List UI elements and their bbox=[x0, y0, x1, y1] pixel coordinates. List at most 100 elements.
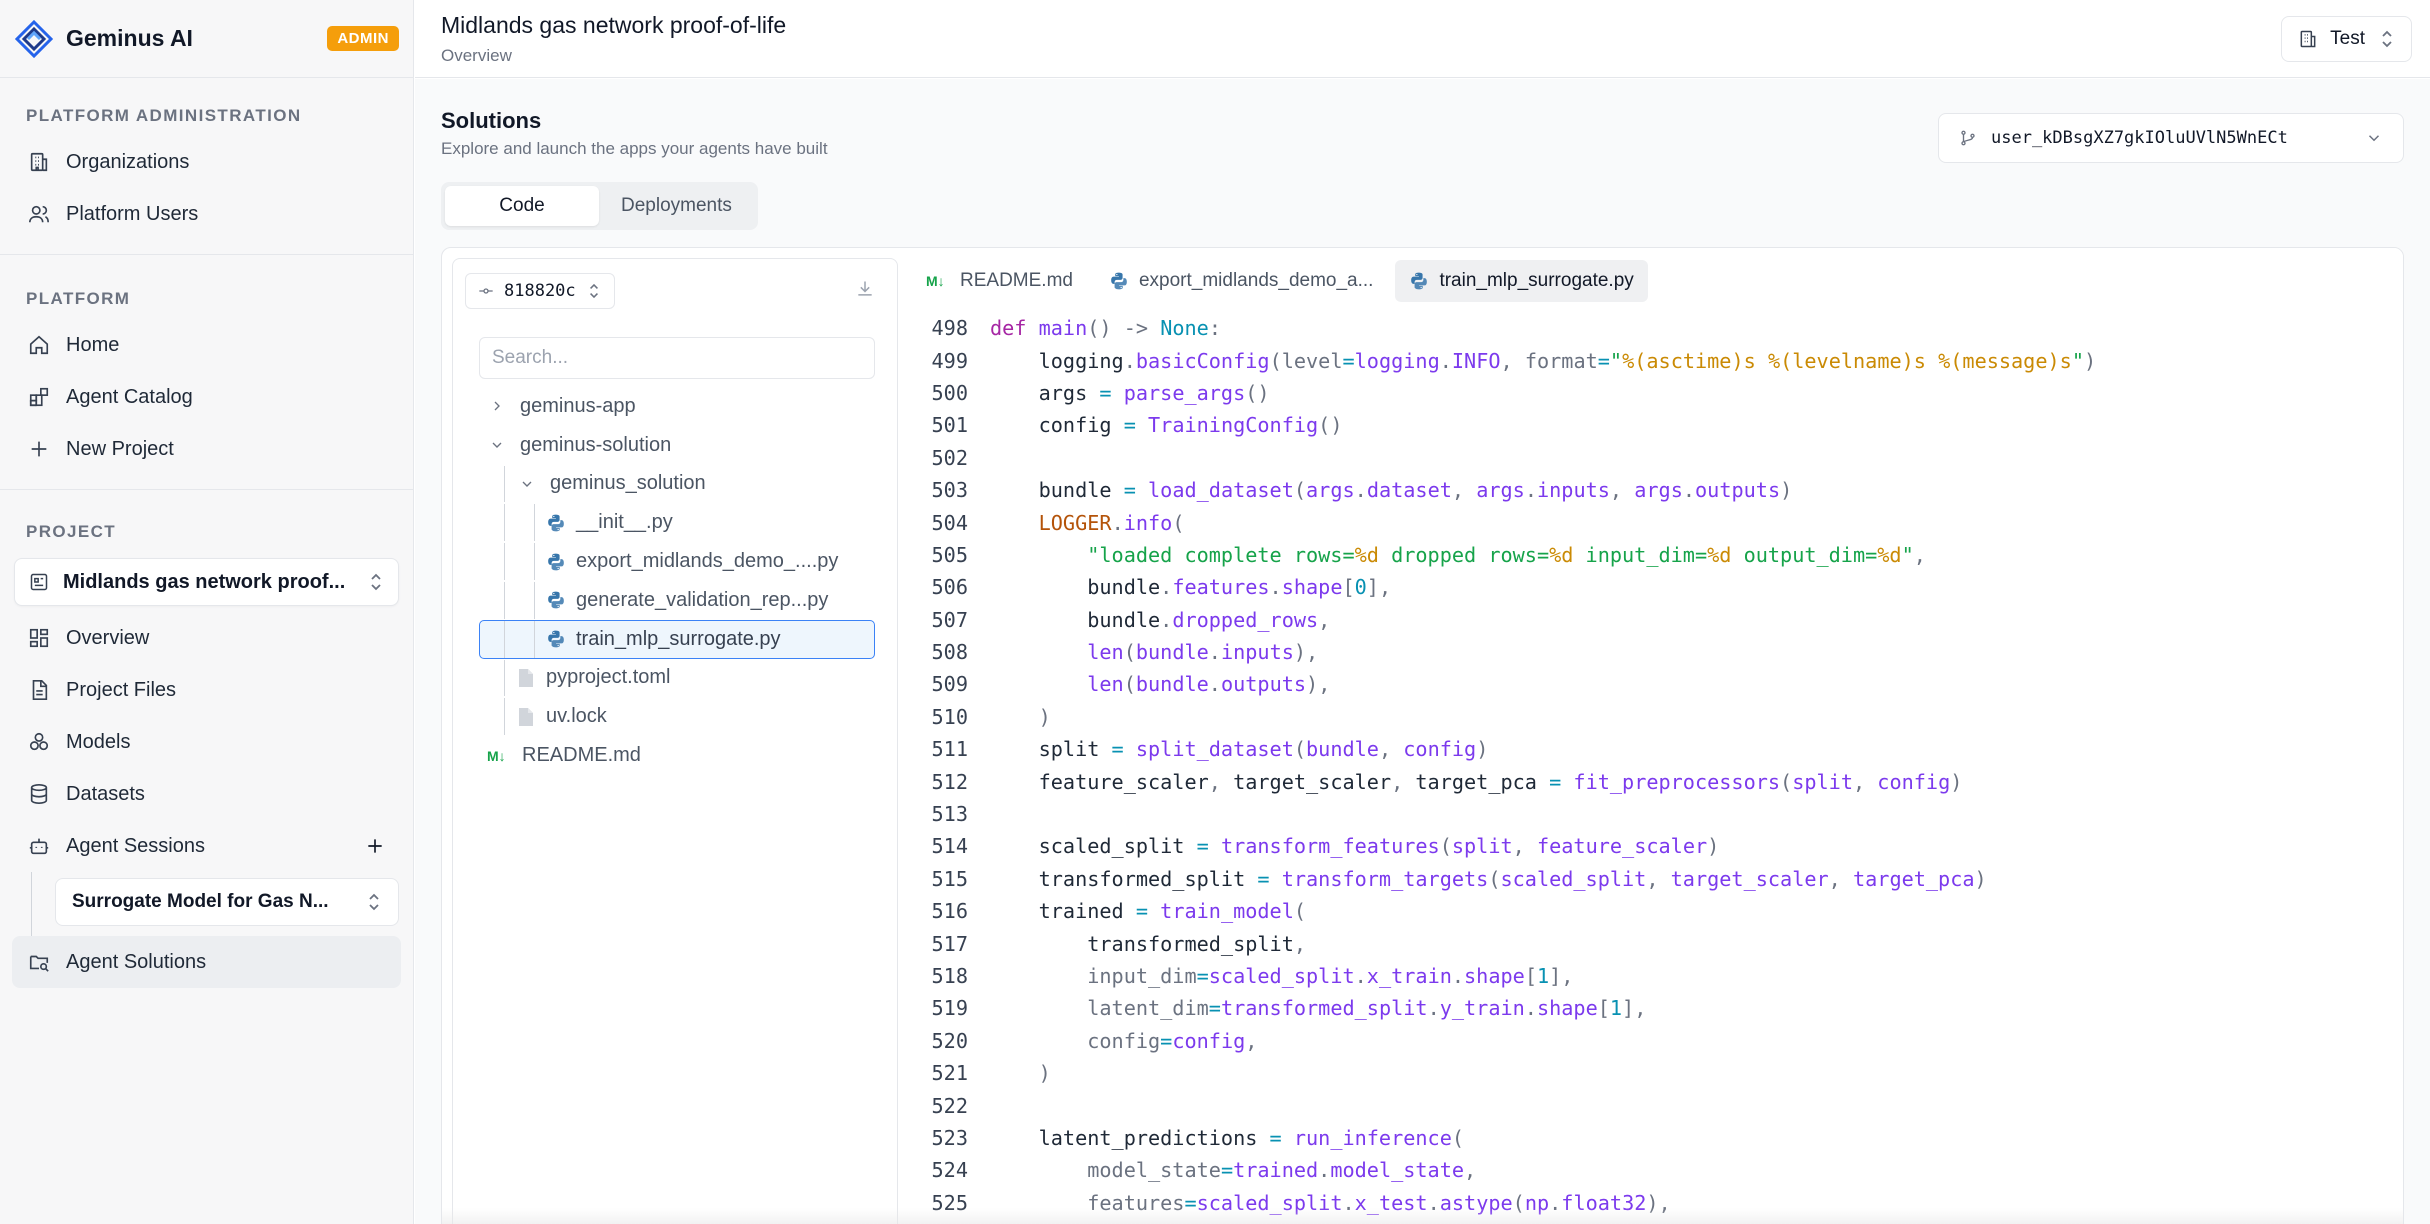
sidebar-item-agent-catalog[interactable]: Agent Catalog bbox=[12, 371, 401, 423]
tree-item[interactable]: uv.lock bbox=[479, 697, 875, 736]
tree-item[interactable]: pyproject.toml bbox=[479, 659, 875, 698]
line-number: 507 bbox=[931, 607, 968, 632]
sidebar-item-agent-solutions[interactable]: Agent Solutions bbox=[12, 936, 401, 988]
tree-item[interactable]: __init__.py bbox=[479, 503, 875, 542]
line-number: 517 bbox=[931, 931, 968, 956]
chevron-up-down-icon bbox=[586, 280, 602, 302]
blocks-icon bbox=[26, 384, 52, 410]
line-number: 510 bbox=[931, 704, 968, 729]
database-icon bbox=[26, 781, 52, 807]
branch-selector[interactable]: user_kDBsgXZ7gkIOluUVlN5WnECt bbox=[1938, 113, 2404, 163]
svg-text:M↓: M↓ bbox=[487, 748, 506, 764]
sidebar-item-project-files[interactable]: Project Files bbox=[12, 664, 401, 716]
geminus-logo-icon[interactable] bbox=[14, 19, 54, 59]
line-number: 512 bbox=[931, 769, 968, 794]
project-selector[interactable]: Midlands gas network proof... bbox=[14, 558, 399, 606]
line-source: bundle = load_dataset(args.dataset, args… bbox=[990, 478, 1793, 503]
indent-guide bbox=[504, 620, 505, 658]
tree-item-label: generate_validation_rep...py bbox=[576, 588, 829, 611]
project-icon bbox=[29, 571, 51, 593]
git-commit-icon bbox=[478, 283, 494, 299]
line-source: ) bbox=[1038, 704, 1051, 729]
file-tree-panel: 818820c geminus-app geminus-solutiongemin… bbox=[452, 258, 898, 1224]
line-number: 515 bbox=[931, 866, 968, 891]
branch-label: user_kDBsgXZ7gkIOluUVlN5WnECt bbox=[1991, 128, 2288, 148]
sidebar-item-models[interactable]: Models bbox=[12, 716, 401, 768]
breadcrumb[interactable]: Overview bbox=[441, 46, 512, 66]
top-header: Midlands gas network proof-of-life Overv… bbox=[415, 0, 2430, 78]
tab-deployments[interactable]: Deployments bbox=[599, 186, 754, 226]
code-line: 504 LOGGER.info( bbox=[898, 506, 2403, 538]
tree-item[interactable]: geminus_solution bbox=[479, 465, 875, 504]
line-source: ) bbox=[1038, 1061, 1051, 1086]
editor-tab[interactable]: M↓ README.md bbox=[912, 260, 1087, 302]
line-number: 506 bbox=[931, 575, 968, 600]
tree-item[interactable]: M↓ README.md bbox=[479, 736, 875, 775]
sidebar-item-new-project[interactable]: New Project bbox=[12, 423, 401, 475]
line-number: 500 bbox=[931, 380, 968, 405]
code-line: 508 len(bundle.inputs), bbox=[898, 636, 2403, 668]
code-line: 499 logging.basicConfig(level=logging.IN… bbox=[898, 344, 2403, 376]
line-source: input_dim=scaled_split.x_train.shape[1], bbox=[1087, 964, 1574, 988]
sidebar-item-label: Models bbox=[66, 730, 131, 753]
session-selector-label: Surrogate Model for Gas N... bbox=[72, 891, 329, 912]
chevron-up-down-icon bbox=[366, 891, 382, 913]
tree-item[interactable]: train_mlp_surrogate.py bbox=[479, 619, 875, 659]
line-source: args = parse_args() bbox=[990, 380, 1270, 405]
brand-bar: Geminus AI ADMIN bbox=[0, 0, 413, 78]
line-number: 523 bbox=[931, 1125, 968, 1150]
environment-selector[interactable]: Test bbox=[2281, 16, 2412, 62]
code-line: 515 transformed_split = transform_target… bbox=[898, 863, 2403, 895]
add-session-button[interactable] bbox=[363, 834, 387, 858]
tree-item-label: geminus-app bbox=[520, 394, 636, 417]
commit-selector[interactable]: 818820c bbox=[465, 273, 615, 309]
admin-badge: ADMIN bbox=[327, 26, 399, 51]
code-view[interactable]: 498 def main() -> None: 499 logging.basicC… bbox=[898, 312, 2403, 1219]
brand-name: Geminus AI bbox=[66, 25, 193, 51]
file-search-input[interactable] bbox=[479, 337, 875, 379]
main-content: Solutions Explore and launch the apps yo… bbox=[415, 79, 2430, 1224]
sidebar-item-datasets[interactable]: Datasets bbox=[12, 768, 401, 820]
tree-item[interactable]: geminus-app bbox=[479, 387, 875, 426]
line-source: "loaded complete rows=%d dropped rows=%d… bbox=[1087, 542, 1926, 567]
sidebar-item-label: Datasets bbox=[66, 782, 145, 805]
tree-item[interactable]: geminus-solution bbox=[479, 426, 875, 465]
sidebar-item-overview[interactable]: Overview bbox=[12, 612, 401, 664]
editor-tabs: M↓ README.md export_midlands_demo_a... trai… bbox=[912, 260, 1656, 302]
sidebar-item-organizations[interactable]: Organizations bbox=[12, 136, 401, 188]
indent-guide bbox=[504, 504, 505, 542]
code-line: 511 split = split_dataset(bundle, config… bbox=[898, 733, 2403, 765]
svg-text:M↓: M↓ bbox=[926, 273, 945, 289]
line-source: bundle.dropped_rows, bbox=[990, 607, 1331, 632]
git-branch-icon bbox=[1959, 129, 1979, 147]
line-source: latent_dim=transformed_split.y_train.sha… bbox=[1087, 996, 1647, 1021]
line-source: LOGGER.info( bbox=[1038, 510, 1185, 535]
tree-item[interactable]: export_midlands_demo_....py bbox=[479, 542, 875, 581]
markdown-file-icon: M↓ bbox=[926, 272, 950, 290]
page-title: Midlands gas network proof-of-life bbox=[441, 12, 787, 38]
code-line: 513 bbox=[898, 798, 2403, 830]
indent-guide bbox=[534, 581, 535, 619]
python-file-icon bbox=[546, 513, 566, 533]
sidebar-item-platform-users[interactable]: Platform Users bbox=[12, 188, 401, 240]
home-icon bbox=[26, 332, 52, 358]
download-icon[interactable] bbox=[855, 279, 875, 299]
editor-tab[interactable]: train_mlp_surrogate.py bbox=[1395, 260, 1648, 302]
line-number: 509 bbox=[931, 672, 968, 697]
chevron-right-icon bbox=[486, 398, 508, 414]
python-file-icon bbox=[1109, 271, 1129, 291]
session-selector[interactable]: Surrogate Model for Gas N... bbox=[55, 878, 399, 926]
file-tree: geminus-app geminus-solution geminus_solut… bbox=[479, 387, 875, 775]
line-number: 520 bbox=[931, 1028, 968, 1053]
sidebar-item-agent-sessions[interactable]: Agent Sessions bbox=[12, 820, 401, 872]
line-number: 502 bbox=[931, 445, 968, 470]
markdown-file-icon: M↓ bbox=[486, 746, 512, 766]
sidebar-item-home[interactable]: Home bbox=[12, 319, 401, 371]
tree-item[interactable]: generate_validation_rep...py bbox=[479, 581, 875, 620]
section-title: Solutions bbox=[441, 108, 542, 133]
tab-code[interactable]: Code bbox=[445, 186, 599, 226]
editor-tab[interactable]: export_midlands_demo_a... bbox=[1095, 260, 1387, 302]
line-source: feature_scaler, target_scaler, target_pc… bbox=[990, 769, 1963, 794]
chevron-down-icon bbox=[2365, 129, 2383, 147]
code-line: 507 bundle.dropped_rows, bbox=[898, 604, 2403, 636]
